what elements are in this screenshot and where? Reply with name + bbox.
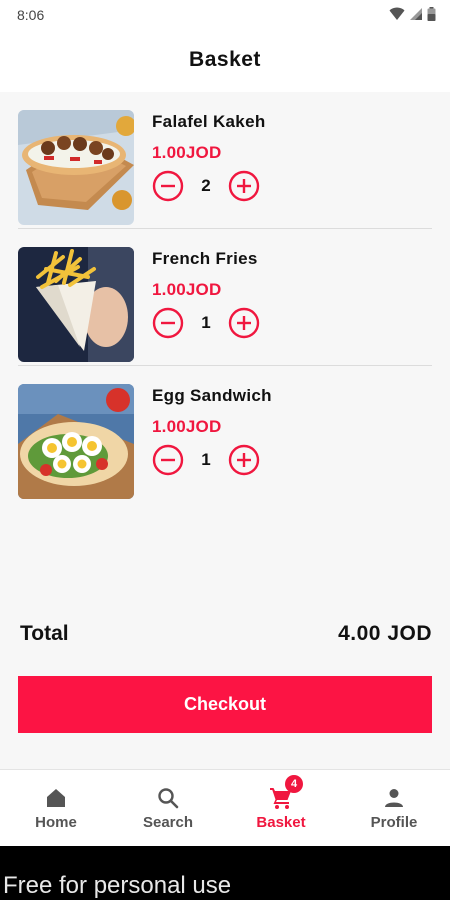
egg-sandwich-image (18, 384, 134, 499)
decrease-quantity-button[interactable] (152, 307, 184, 339)
fries-image (18, 247, 134, 362)
person-icon (385, 789, 403, 807)
nav-item-profile[interactable]: Profile (338, 770, 450, 847)
falafel-image (18, 110, 134, 225)
basket-item: Egg Sandwich 1.00JOD 1 (18, 366, 432, 503)
bottom-navigation: Home Search 4 Basket Profile (0, 769, 450, 846)
checkout-button[interactable]: Checkout (18, 676, 432, 733)
nav-label: Profile (370, 814, 418, 831)
quantity-value: 1 (201, 450, 211, 469)
quantity-stepper: 1 (152, 444, 262, 476)
basket-item: French Fries 1.00JOD 1 (18, 229, 432, 366)
item-price: 1.00JOD (152, 417, 222, 436)
cart-count-badge: 4 (285, 775, 303, 793)
nav-item-home[interactable]: Home (0, 770, 112, 847)
item-name: Egg Sandwich (152, 386, 272, 405)
battery-icon (427, 7, 436, 21)
item-name: Falafel Kakeh (152, 112, 266, 131)
wifi-icon (389, 7, 405, 20)
increase-quantity-button[interactable] (228, 307, 260, 339)
basket-item: Falafel Kakeh 1.00JOD 2 (18, 92, 432, 229)
nav-label: Search (142, 814, 194, 831)
nav-label: Basket (256, 814, 306, 831)
status-time: 8:06 (17, 7, 45, 23)
watermark-text: Free for personal use (3, 872, 232, 899)
quantity-stepper: 1 (152, 307, 262, 339)
decrease-quantity-button[interactable] (152, 170, 184, 202)
nav-item-search[interactable]: Search (112, 770, 224, 847)
total-label: Total (20, 622, 69, 645)
status-icons (389, 7, 436, 21)
home-icon (47, 789, 65, 807)
page-title: Basket (189, 48, 261, 71)
item-price: 1.00JOD (152, 143, 222, 162)
total-value: 4.00 JOD (338, 622, 432, 645)
increase-quantity-button[interactable] (228, 170, 260, 202)
nav-label: Home (35, 814, 77, 831)
watermark-bar: Free for personal use (0, 846, 450, 900)
item-price: 1.00JOD (152, 280, 222, 299)
search-icon (158, 788, 179, 809)
item-name: French Fries (152, 249, 258, 268)
quantity-stepper: 2 (152, 170, 262, 202)
quantity-value: 1 (201, 313, 211, 332)
app-bar: Basket (0, 30, 450, 92)
quantity-value: 2 (201, 176, 211, 195)
status-bar: 8:06 (0, 0, 450, 30)
basket-list: Falafel Kakeh 1.00JOD 2 French Fries 1.0… (18, 92, 432, 503)
increase-quantity-button[interactable] (228, 444, 260, 476)
total-row: Total 4.00 JOD (20, 622, 432, 652)
nav-item-basket[interactable]: 4 Basket (225, 770, 337, 847)
signal-icon (410, 8, 422, 20)
decrease-quantity-button[interactable] (152, 444, 184, 476)
